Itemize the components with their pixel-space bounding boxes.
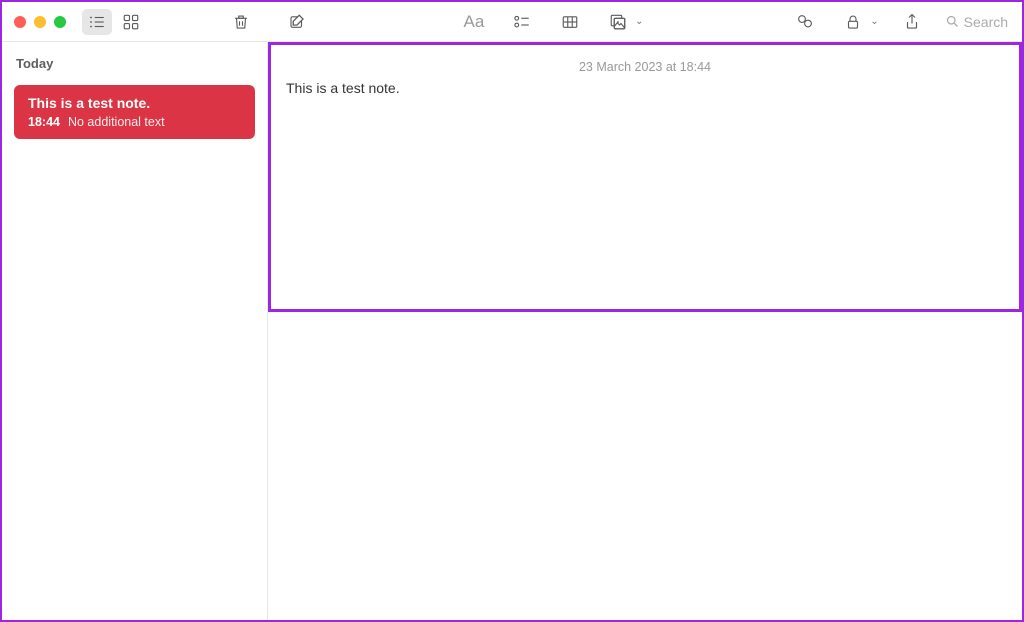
text-format-icon: Aa bbox=[464, 12, 485, 32]
toolbar-editor-section: Aa bbox=[268, 2, 1022, 41]
checklist-icon bbox=[513, 13, 531, 31]
note-item-time: 18:44 bbox=[28, 115, 60, 129]
media-button[interactable]: ⌄ bbox=[603, 9, 643, 35]
format-button[interactable]: Aa bbox=[459, 9, 489, 35]
list-icon bbox=[88, 13, 106, 31]
note-editor[interactable]: 23 March 2023 at 18:44 This is a test no… bbox=[268, 42, 1022, 620]
compose-icon bbox=[288, 13, 306, 31]
new-note-button[interactable] bbox=[282, 9, 312, 35]
grid-icon bbox=[122, 13, 140, 31]
share-button[interactable] bbox=[897, 9, 927, 35]
lock-button[interactable]: ⌄ bbox=[838, 9, 878, 35]
window-controls bbox=[14, 16, 66, 28]
chevron-down-icon: ⌄ bbox=[870, 16, 878, 27]
link-button[interactable] bbox=[790, 9, 820, 35]
list-view-button[interactable] bbox=[82, 9, 112, 35]
section-header-today: Today bbox=[2, 42, 267, 79]
note-item-preview: No additional text bbox=[68, 115, 165, 129]
note-list-item[interactable]: This is a test note. 18:44 No additional… bbox=[14, 85, 255, 139]
note-body[interactable]: This is a test note. bbox=[268, 80, 1022, 96]
link-icon bbox=[796, 13, 814, 31]
search-field[interactable]: Search bbox=[945, 14, 1008, 30]
close-window-button[interactable] bbox=[14, 16, 26, 28]
search-placeholder: Search bbox=[964, 14, 1008, 30]
note-timestamp: 23 March 2023 at 18:44 bbox=[268, 42, 1022, 80]
main-content: Today This is a test note. 18:44 No addi… bbox=[2, 42, 1022, 620]
share-icon bbox=[903, 13, 921, 31]
search-icon bbox=[945, 14, 960, 29]
minimize-window-button[interactable] bbox=[34, 16, 46, 28]
table-button[interactable] bbox=[555, 9, 585, 35]
table-icon bbox=[561, 13, 579, 31]
delete-button[interactable] bbox=[226, 9, 256, 35]
photo-icon bbox=[609, 13, 627, 31]
toolbar-sidebar-section bbox=[2, 2, 268, 41]
trash-icon bbox=[232, 13, 250, 31]
maximize-window-button[interactable] bbox=[54, 16, 66, 28]
checklist-button[interactable] bbox=[507, 9, 537, 35]
notes-sidebar: Today This is a test note. 18:44 No addi… bbox=[2, 42, 268, 620]
grid-view-button[interactable] bbox=[116, 9, 146, 35]
toolbar: Aa bbox=[2, 2, 1022, 42]
lock-icon bbox=[844, 13, 862, 31]
note-item-title: This is a test note. bbox=[28, 95, 241, 111]
chevron-down-icon: ⌄ bbox=[635, 16, 643, 27]
note-item-meta: 18:44 No additional text bbox=[28, 115, 241, 129]
